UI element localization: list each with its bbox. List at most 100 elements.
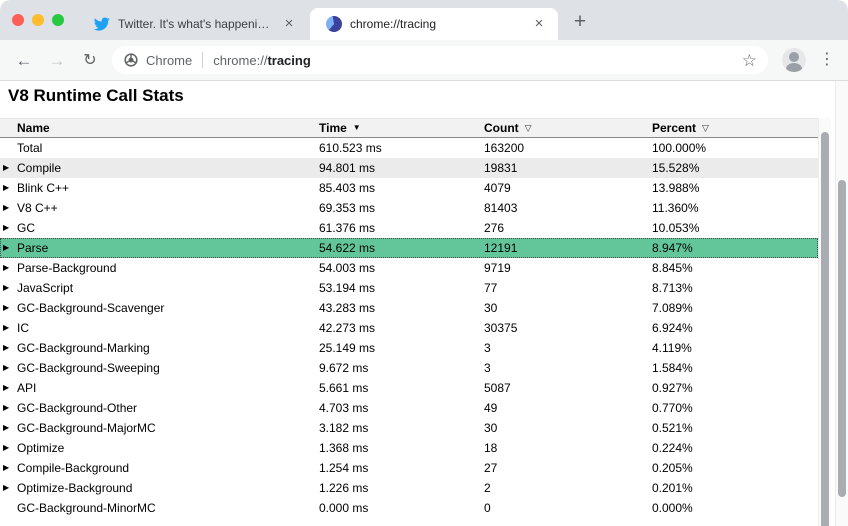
row-percent: 0.000% [652, 498, 818, 518]
row-name: Optimize-Background [17, 478, 132, 498]
traffic-light-close-button[interactable] [12, 14, 24, 26]
avatar-torso [786, 63, 802, 72]
table-row-blink-c-[interactable]: ▶ Blink C++ 85.403 ms 4079 13.988% [0, 178, 818, 198]
row-time: 1.254 ms [319, 458, 484, 478]
page-title: V8 Runtime Call Stats [8, 86, 184, 106]
table-row-gc-background-other[interactable]: ▶ GC-Background-Other 4.703 ms 49 0.770% [0, 398, 818, 418]
name-cell: ▶ Parse [0, 238, 319, 258]
sort-arrow-icon: ▽ [525, 124, 532, 133]
name-cell: ▶ Compile [0, 158, 319, 178]
table-row-total[interactable]: Total 610.523 ms 163200 100.000% [0, 138, 818, 158]
profile-avatar-button[interactable] [782, 48, 806, 72]
expand-arrow-icon[interactable]: ▶ [3, 438, 17, 458]
row-name: GC [17, 218, 35, 238]
expand-arrow-icon[interactable]: ▶ [3, 278, 17, 298]
expand-arrow-icon[interactable]: ▶ [3, 298, 17, 318]
row-count: 2 [484, 478, 652, 498]
expand-arrow-icon[interactable]: ▶ [3, 158, 17, 178]
column-header-percent[interactable]: Percent ▽ [652, 119, 818, 137]
table-row-gc-background-marking[interactable]: ▶ GC-Background-Marking 25.149 ms 3 4.11… [0, 338, 818, 358]
column-label: Name [17, 119, 50, 137]
back-button[interactable]: ← [11, 48, 37, 74]
table-row-gc-background-minormc[interactable]: GC-Background-MinorMC 0.000 ms 0 0.000% [0, 498, 818, 518]
row-time: 54.003 ms [319, 258, 484, 278]
url-host: tracing [267, 53, 310, 68]
table-row-compile-background[interactable]: ▶ Compile-Background 1.254 ms 27 0.205% [0, 458, 818, 478]
tab-title: Twitter. It's what's happening. [118, 17, 272, 31]
tab-title: chrome://tracing [350, 17, 522, 31]
expand-arrow-icon[interactable]: ▶ [3, 398, 17, 418]
row-percent: 10.053% [652, 218, 818, 238]
table-row-api[interactable]: ▶ API 5.661 ms 5087 0.927% [0, 378, 818, 398]
expand-arrow-icon[interactable]: ▶ [3, 458, 17, 478]
table-scrollbar-thumb[interactable] [821, 132, 829, 526]
table-row-gc-background-scavenger[interactable]: ▶ GC-Background-Scavenger 43.283 ms 30 7… [0, 298, 818, 318]
expand-arrow-icon[interactable]: ▶ [3, 378, 17, 398]
expand-arrow-icon[interactable]: ▶ [3, 418, 17, 438]
column-header-count[interactable]: Count ▽ [484, 119, 652, 137]
close-tab-icon[interactable]: × [280, 15, 298, 33]
name-cell: GC-Background-MinorMC [0, 498, 319, 518]
row-percent: 7.089% [652, 298, 818, 318]
expand-arrow-icon[interactable]: ▶ [3, 318, 17, 338]
name-cell: ▶ GC-Background-Other [0, 398, 319, 418]
traffic-light-minimize-button[interactable] [32, 14, 44, 26]
column-header-time[interactable]: Time ▼ [319, 119, 484, 137]
table-row-javascript[interactable]: ▶ JavaScript 53.194 ms 77 8.713% [0, 278, 818, 298]
close-tab-icon[interactable]: × [530, 15, 548, 33]
expand-arrow-icon[interactable]: ▶ [3, 258, 17, 278]
name-cell: ▶ GC-Background-Marking [0, 338, 319, 358]
row-count: 19831 [484, 158, 652, 178]
table-row-gc-background-sweeping[interactable]: ▶ GC-Background-Sweeping 9.672 ms 3 1.58… [0, 358, 818, 378]
expand-arrow-icon[interactable]: ▶ [3, 338, 17, 358]
bookmark-star-icon[interactable]: ☆ [742, 52, 757, 69]
row-percent: 0.521% [652, 418, 818, 438]
tab-tracing[interactable]: chrome://tracing × [310, 8, 558, 40]
table-row-parse-background[interactable]: ▶ Parse-Background 54.003 ms 9719 8.845% [0, 258, 818, 278]
expand-arrow-icon[interactable]: ▶ [3, 218, 17, 238]
table-row-optimize[interactable]: ▶ Optimize 1.368 ms 18 0.224% [0, 438, 818, 458]
table-row-parse[interactable]: ▶ Parse 54.622 ms 12191 8.947% [0, 238, 818, 258]
row-count: 30375 [484, 318, 652, 338]
address-bar[interactable]: Chrome chrome://tracing ☆ [112, 46, 768, 74]
expand-arrow-icon[interactable]: ▶ [3, 238, 17, 258]
row-name: GC-Background-Marking [17, 338, 150, 358]
page-scrollbar-thumb[interactable] [838, 180, 846, 497]
table-scrollbar-track[interactable] [818, 118, 831, 526]
runtime-call-stats-table: Name Time ▼ Count ▽ Percent ▽ Total 610.… [0, 118, 818, 518]
reload-button[interactable]: ↻ [77, 48, 103, 74]
row-percent: 0.770% [652, 398, 818, 418]
forward-button: → [44, 48, 70, 74]
row-time: 5.661 ms [319, 378, 484, 398]
expand-arrow-icon[interactable]: ▶ [3, 358, 17, 378]
expand-arrow-icon[interactable]: ▶ [3, 198, 17, 218]
row-time: 94.801 ms [319, 158, 484, 178]
url-scheme: chrome:// [213, 53, 267, 68]
browser-menu-button[interactable]: ⋮ [819, 47, 835, 73]
tab-twitter[interactable]: Twitter. It's what's happening. × [78, 8, 308, 40]
column-label: Percent [652, 119, 696, 137]
table-row-optimize-background[interactable]: ▶ Optimize-Background 1.226 ms 2 0.201% [0, 478, 818, 498]
traffic-light-zoom-button[interactable] [52, 14, 64, 26]
row-percent: 8.947% [652, 238, 818, 258]
url-text: chrome://tracing [213, 53, 311, 68]
row-count: 12191 [484, 238, 652, 258]
row-name: Optimize [17, 438, 64, 458]
row-time: 43.283 ms [319, 298, 484, 318]
page-scrollbar-track[interactable] [835, 81, 848, 526]
name-cell: ▶ Optimize-Background [0, 478, 319, 498]
row-name: GC-Background-Other [17, 398, 137, 418]
row-count: 4079 [484, 178, 652, 198]
table-row-compile[interactable]: ▶ Compile 94.801 ms 19831 15.528% [0, 158, 818, 178]
column-header-name[interactable]: Name [0, 119, 319, 137]
row-time: 42.273 ms [319, 318, 484, 338]
table-row-ic[interactable]: ▶ IC 42.273 ms 30375 6.924% [0, 318, 818, 338]
column-label: Count [484, 119, 519, 137]
expand-arrow-icon[interactable]: ▶ [3, 478, 17, 498]
expand-arrow-icon[interactable]: ▶ [3, 178, 17, 198]
table-row-gc[interactable]: ▶ GC 61.376 ms 276 10.053% [0, 218, 818, 238]
row-time: 4.703 ms [319, 398, 484, 418]
table-row-gc-background-majormc[interactable]: ▶ GC-Background-MajorMC 3.182 ms 30 0.52… [0, 418, 818, 438]
new-tab-button[interactable]: + [566, 9, 594, 37]
table-row-v8-c-[interactable]: ▶ V8 C++ 69.353 ms 81403 11.360% [0, 198, 818, 218]
